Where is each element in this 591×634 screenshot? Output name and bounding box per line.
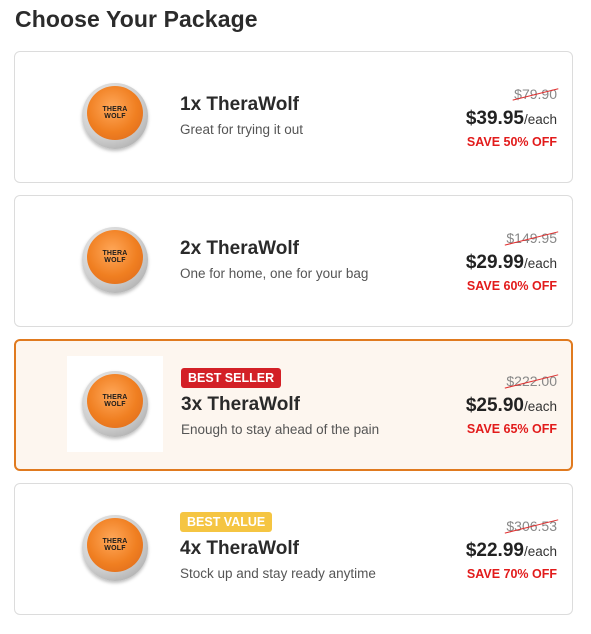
product-image: THERA WOLF	[67, 68, 163, 164]
savings-label: SAVE 50% OFF	[466, 135, 557, 149]
page-title: Choose Your Package	[15, 6, 258, 32]
price-unit: /each	[523, 399, 557, 414]
product-image: THERA WOLF	[67, 212, 163, 308]
price-unit: /each	[523, 256, 557, 271]
original-price: $149.95	[505, 230, 559, 246]
tin-icon: THERA WOLF	[82, 83, 148, 149]
unit-price: $25.90	[465, 395, 524, 416]
package-name: 1x TheraWolf	[180, 94, 299, 115]
unit-price: $22.99	[465, 540, 524, 561]
tin-icon: THERA WOLF	[82, 371, 148, 437]
original-price: $79.90	[512, 86, 559, 102]
unit-price: $29.99	[465, 252, 524, 273]
product-image: THERA WOLF	[67, 356, 163, 452]
original-price: $222.00	[505, 373, 559, 389]
package-description: One for home, one for your bag	[180, 266, 369, 281]
package-option-4[interactable]: THERA WOLF BEST VALUE 4x TheraWolf Stock …	[14, 483, 573, 615]
best-seller-badge: BEST SELLER	[181, 368, 282, 388]
price-unit: /each	[523, 112, 557, 127]
savings-label: SAVE 60% OFF	[466, 279, 557, 293]
package-option-3[interactable]: THERA WOLF BEST SELLER 3x TheraWolf Enoug…	[14, 339, 573, 471]
package-option-2[interactable]: THERA WOLF 2x TheraWolf One for home, one…	[14, 195, 573, 327]
tin-icon: THERA WOLF	[82, 227, 148, 293]
unit-price: $39.95	[465, 108, 524, 129]
savings-label: SAVE 65% OFF	[466, 422, 557, 436]
package-name: 2x TheraWolf	[180, 238, 299, 259]
best-value-badge: BEST VALUE	[180, 512, 273, 532]
package-description: Stock up and stay ready anytime	[180, 566, 376, 581]
package-option-1[interactable]: THERA WOLF 1x TheraWolf Great for trying …	[14, 51, 573, 183]
package-name: 4x TheraWolf	[180, 538, 299, 559]
package-description: Enough to stay ahead of the pain	[181, 422, 380, 437]
savings-label: SAVE 70% OFF	[466, 567, 557, 581]
package-description: Great for trying it out	[180, 122, 304, 137]
package-name: 3x TheraWolf	[181, 394, 300, 415]
tin-icon: THERA WOLF	[82, 515, 148, 581]
price-unit: /each	[523, 544, 557, 559]
product-image: THERA WOLF	[67, 500, 163, 596]
original-price: $306.53	[505, 518, 559, 534]
